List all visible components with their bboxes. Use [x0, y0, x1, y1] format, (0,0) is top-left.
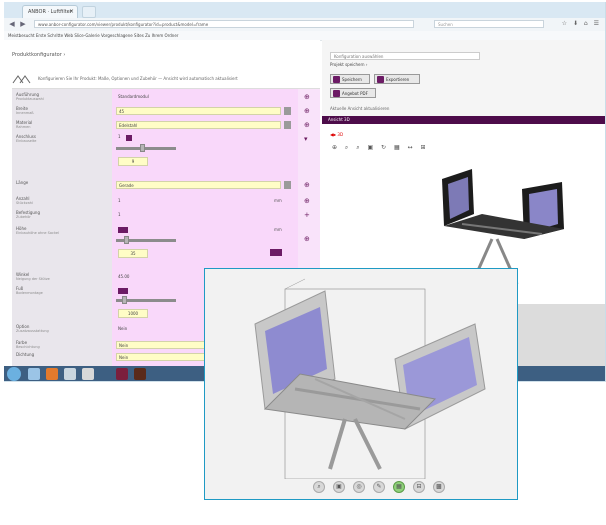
option-value: Nein — [118, 326, 128, 331]
connection-marker — [126, 135, 132, 141]
mount-value: 1 — [118, 212, 121, 217]
depth-input[interactable]: 9 — [118, 157, 148, 166]
browser-tab[interactable]: ANBOR · Luftfilter × — [22, 5, 78, 18]
fit-view-icon[interactable]: ▣ — [333, 481, 345, 493]
search-input[interactable]: Suchen — [434, 20, 544, 28]
address-bar: ◀ ▶ www.anbor-configurator.com/viewer/pr… — [4, 18, 605, 32]
add-icon[interactable]: ⊕ — [304, 93, 310, 101]
height-apply-button[interactable] — [270, 249, 282, 256]
save-project-link[interactable]: Projekt speichern › — [330, 62, 367, 67]
height-slider-thumb[interactable] — [124, 236, 129, 244]
width-stepper[interactable] — [284, 107, 291, 115]
seal-select[interactable]: Nein — [116, 353, 206, 361]
tab-bar: ANBOR · Luftfilter × — [4, 2, 605, 18]
unit-label: mm — [274, 198, 282, 203]
row-label: Befestigung Zubehör — [16, 210, 40, 219]
field-value: Standardmodul — [118, 94, 149, 99]
new-tab-button[interactable] — [82, 6, 96, 18]
row-label: Winkel Neigung der Stütze — [16, 272, 50, 281]
section-icon[interactable]: ⊟ — [413, 481, 425, 493]
browser-toolbar-icons[interactable]: ☆ ⬇ ⌂ ☰ — [562, 20, 601, 27]
refresh-note[interactable]: Aktuelle Ansicht aktualisieren — [330, 106, 389, 111]
form-row: Länge Gerade ⊕ — [12, 179, 320, 193]
row-label: Fuß Bodenmontage — [16, 286, 43, 295]
taskbar-app-icon[interactable] — [116, 368, 128, 380]
save-button[interactable]: Speichern — [330, 74, 370, 84]
height-input[interactable]: 35 — [118, 249, 148, 258]
connection-value: 1 — [118, 134, 121, 139]
form-row: Material Rahmen Edelstahl ⊕ — [12, 119, 320, 133]
foot-slider-thumb[interactable] — [122, 296, 127, 304]
material-select[interactable]: Edelstahl — [116, 121, 281, 129]
unit-label: mm — [274, 227, 282, 232]
firefox-icon[interactable] — [46, 368, 58, 380]
row-label: Farbe Beschichtung — [16, 340, 40, 349]
length-dropdown[interactable] — [284, 181, 291, 189]
taskbar-app-icon[interactable] — [134, 368, 146, 380]
depth-slider[interactable] — [116, 147, 176, 150]
row-label: Anschluss Einbauseite — [16, 134, 37, 143]
back-icon[interactable]: ◀ — [8, 20, 16, 28]
taskbar-app-icon[interactable] — [28, 368, 40, 380]
form-row: Höhe Einbauhöhe ohne Sockel mm 35 ⊕ — [12, 225, 320, 269]
export-button[interactable]: Exportieren — [374, 74, 420, 84]
dropdown-icon[interactable]: ▾ — [304, 135, 308, 143]
add-icon[interactable]: ⊕ — [304, 235, 310, 243]
configuration-select[interactable]: Konfiguration auswählen — [330, 52, 480, 60]
start-button[interactable] — [7, 367, 21, 381]
form-row: Anzahl Stückzahl 1 mm ⊕ — [12, 195, 320, 209]
viewer-label: ◀▶ 3D — [330, 132, 344, 137]
pdf-button[interactable]: Angebot PDF — [330, 88, 376, 98]
height-marker — [118, 227, 128, 233]
rotate-icon[interactable]: ◎ — [353, 481, 365, 493]
row-label: Höhe Einbauhöhe ohne Sockel — [16, 226, 59, 235]
form-row: Ausführung Produktauswahl Standardmodul ⊕ — [12, 91, 320, 105]
viewer-header: Ansicht 3D — [322, 116, 605, 124]
taskbar-app-icon[interactable] — [82, 368, 94, 380]
foot-input[interactable]: 1000 — [118, 309, 148, 318]
taskbar-app-icon[interactable] — [64, 368, 76, 380]
material-dropdown[interactable] — [284, 121, 291, 129]
tab-title: ANBOR · Luftfilter — [28, 9, 72, 15]
row-label: Material Rahmen — [16, 120, 33, 129]
export-icon — [377, 76, 384, 83]
depth-slider-thumb[interactable] — [140, 144, 145, 152]
quantity-value: 1 — [118, 198, 121, 203]
tab-close-icon[interactable]: × — [69, 6, 74, 18]
3d-zoom-inset: ⌕ ▣ ◎ ✎ ▦ ⊟ ▩ — [204, 268, 518, 500]
plus-icon[interactable]: + — [304, 211, 310, 219]
row-label: Ausführung Produktauswahl — [16, 92, 44, 101]
edit-icon[interactable]: ✎ — [373, 481, 385, 493]
inset-toolbar: ⌕ ▣ ◎ ✎ ▦ ⊟ ▩ — [313, 481, 463, 495]
save-icon — [333, 76, 340, 83]
form-row: Befestigung Zubehör 1 + — [12, 209, 320, 223]
form-row: Anschluss Einbauseite 1 ▾ 9 — [12, 133, 320, 173]
render-mode-icon[interactable]: ▩ — [433, 481, 445, 493]
company-logo — [12, 75, 31, 84]
3d-frame-model — [254, 278, 486, 480]
width-input[interactable]: 45 — [116, 107, 281, 115]
url-input[interactable]: www.anbor-configurator.com/viewer/produk… — [34, 20, 414, 28]
row-label: Anzahl Stückzahl — [16, 196, 33, 205]
add-icon[interactable]: ⊕ — [304, 107, 310, 115]
angle-value: 45.00 — [118, 274, 130, 279]
measure-icon[interactable]: ▦ — [393, 481, 405, 493]
add-icon[interactable]: ⊕ — [304, 181, 310, 189]
row-label: Länge — [16, 180, 29, 185]
length-select[interactable]: Gerade — [116, 181, 281, 189]
page-title: Produktkonfigurator › — [12, 52, 66, 58]
foot-marker — [118, 288, 128, 294]
pdf-icon — [333, 90, 340, 97]
row-label: Dichtung — [16, 352, 35, 357]
color-select[interactable]: Nein — [116, 341, 206, 349]
add-icon[interactable]: ⊕ — [304, 197, 310, 205]
zoom-icon[interactable]: ⌕ — [313, 481, 325, 493]
row-label: Breite Innenmaß — [16, 106, 34, 115]
page-subtitle: Konfigurieren Sie Ihr Produkt: Maße, Opt… — [38, 76, 238, 81]
forward-icon[interactable]: ▶ — [19, 20, 27, 28]
form-row: Breite Innenmaß 45 ⊕ — [12, 105, 320, 119]
add-icon[interactable]: ⊕ — [304, 121, 310, 129]
row-label: Option Zusatzausstattung — [16, 324, 49, 333]
